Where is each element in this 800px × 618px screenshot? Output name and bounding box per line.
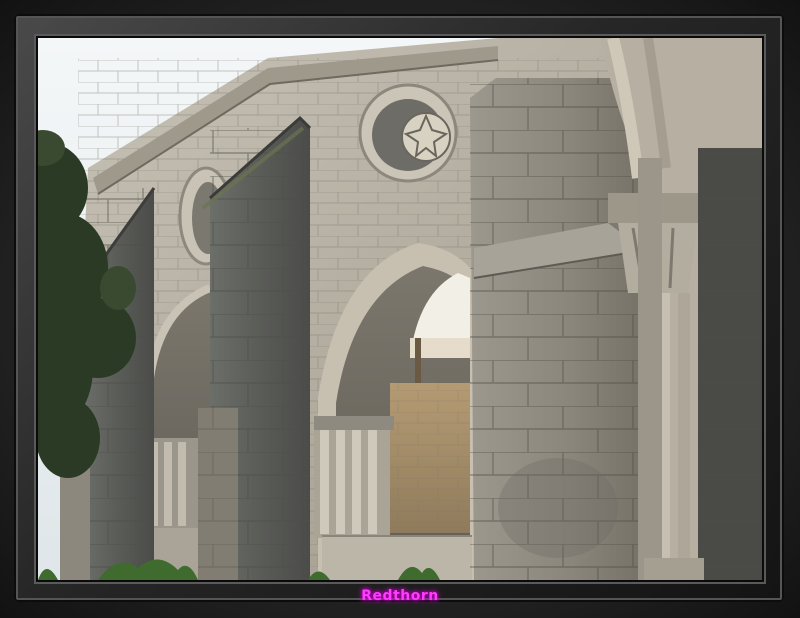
buttress-center: [198, 115, 312, 580]
cloister-photo: [38, 38, 762, 580]
stone-pier: [470, 78, 640, 580]
photographer-signature: Redthorn: [361, 588, 439, 604]
rose-window: [358, 83, 458, 183]
photo: [38, 38, 762, 580]
picture-frame: Redthorn: [0, 0, 800, 618]
